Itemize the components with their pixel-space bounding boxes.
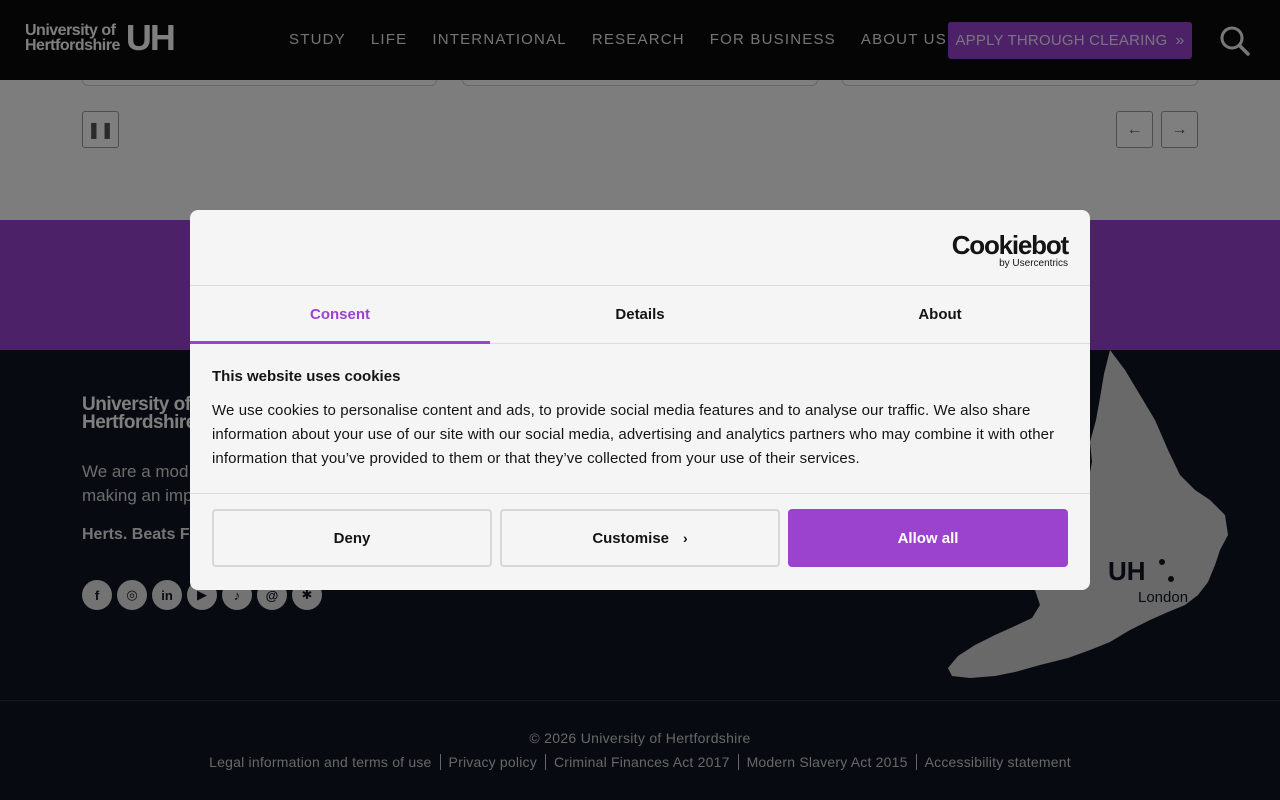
tab-about[interactable]: About <box>790 286 1090 343</box>
customise-button-label: Customise <box>592 529 669 547</box>
dialog-title: This website uses cookies <box>212 368 401 385</box>
dialog-header: Cookiebot by Usercentrics <box>190 210 1090 286</box>
dialog-footer: Deny Customise › Allow all <box>190 493 1090 590</box>
cookiebot-brand: Cookiebot <box>951 230 1070 260</box>
cookiebot-logo[interactable]: Cookiebot by Usercentrics <box>951 230 1070 270</box>
allow-all-button-label: Allow all <box>897 529 959 547</box>
deny-button[interactable]: Deny <box>212 509 492 567</box>
allow-all-button[interactable]: Allow all <box>788 509 1068 567</box>
dialog-tabs: Consent Details About <box>190 286 1090 344</box>
tab-consent[interactable]: Consent <box>190 286 490 344</box>
dialog-description: We use cookies to personalise content an… <box>212 402 1055 467</box>
dialog-body: This website uses cookies We use cookies… <box>212 368 1072 471</box>
tab-details[interactable]: Details <box>490 286 790 343</box>
deny-button-label: Deny <box>333 529 371 547</box>
customise-button[interactable]: Customise › <box>500 509 780 567</box>
cookie-consent-dialog: Cookiebot by Usercentrics Consent Detail… <box>190 210 1090 590</box>
chevron-right-icon: › <box>683 530 688 546</box>
